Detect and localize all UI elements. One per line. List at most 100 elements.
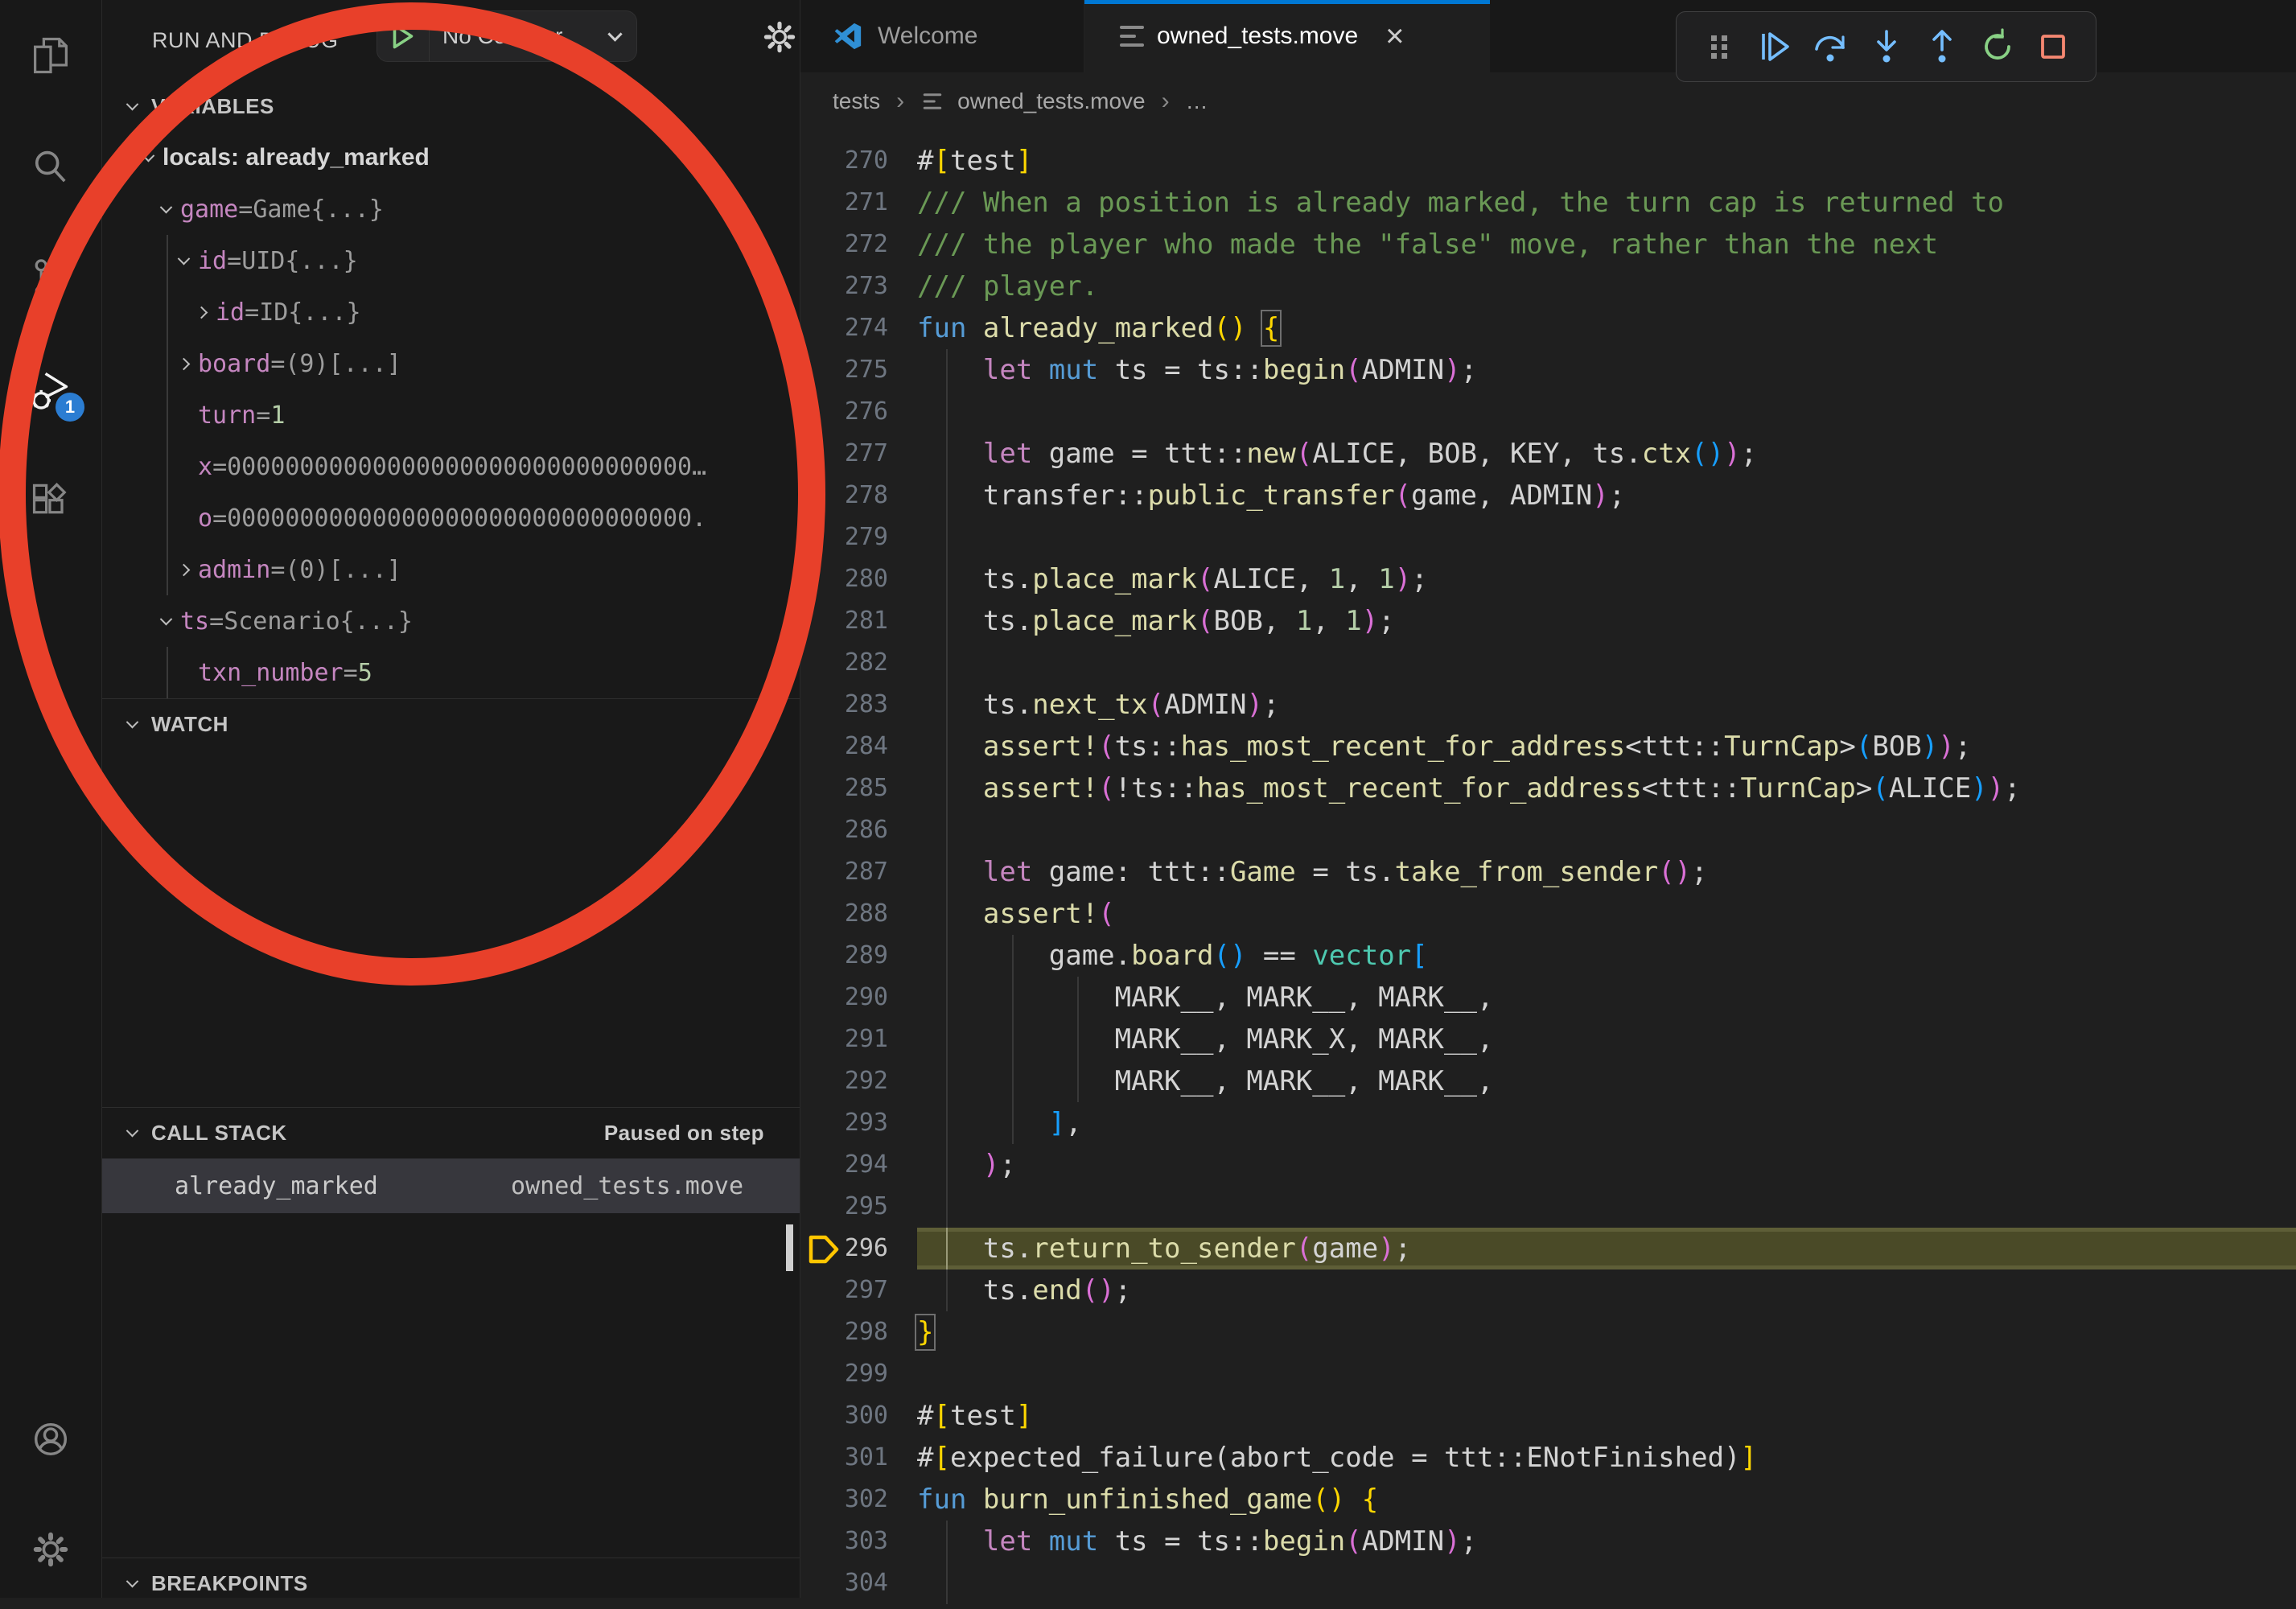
drag-handle-icon[interactable] [1698, 26, 1740, 68]
code-text[interactable]: ts.end(); [917, 1270, 2296, 1311]
search-icon[interactable] [28, 146, 73, 191]
code-text[interactable]: #[test] [917, 1395, 2296, 1437]
code-line[interactable]: 287 let game: ttt::Game = ts.take_from_s… [800, 851, 2296, 893]
code-text[interactable] [917, 1562, 2296, 1604]
chevron-right-icon[interactable] [178, 357, 191, 370]
line-number[interactable]: 298 [800, 1311, 917, 1353]
stop-button[interactable] [2032, 26, 2074, 68]
watch-section-header[interactable]: WATCH [102, 698, 800, 750]
line-number[interactable]: 274 [800, 307, 917, 349]
line-number[interactable]: 287 [800, 851, 917, 893]
code-line[interactable]: 296 ts.return_to_sender(game); [800, 1228, 2296, 1270]
line-number[interactable]: 278 [800, 475, 917, 516]
code-line[interactable]: 282 [800, 642, 2296, 684]
code-line[interactable]: 304 [800, 1562, 2296, 1604]
code-line[interactable]: 301#[expected_failure(abort_code = ttt::… [800, 1437, 2296, 1479]
variable-row[interactable]: txn_number = 5 [102, 647, 800, 698]
variable-row[interactable]: locals: already_marked [102, 132, 800, 183]
code-text[interactable]: game.board() == vector[ [917, 935, 2296, 977]
line-number[interactable]: 288 [800, 893, 917, 935]
code-editor[interactable]: 270#[test]271/// When a position is alre… [800, 140, 2296, 1604]
chevron-down-icon[interactable] [178, 252, 191, 265]
code-line[interactable]: 283 ts.next_tx(ADMIN); [800, 684, 2296, 726]
code-text[interactable] [917, 642, 2296, 684]
continue-button[interactable] [1754, 26, 1796, 68]
line-number[interactable]: 271 [800, 182, 917, 224]
line-number[interactable]: 304 [800, 1562, 917, 1604]
line-number[interactable]: 300 [800, 1395, 917, 1437]
source-control-icon[interactable] [28, 256, 73, 301]
code-text[interactable]: MARK__, MARK__, MARK__, [917, 977, 2296, 1018]
line-number[interactable]: 296 [800, 1228, 917, 1270]
line-number[interactable]: 272 [800, 224, 917, 265]
line-number[interactable]: 270 [800, 140, 917, 182]
launch-config-dropdown[interactable]: No Configur [376, 10, 637, 62]
code-line[interactable]: 302fun burn_unfinished_game() { [800, 1479, 2296, 1521]
code-text[interactable] [917, 809, 2296, 851]
variable-row[interactable]: x = 00000000000000000000000000000000… [102, 441, 800, 492]
code-text[interactable]: #[expected_failure(abort_code = ttt::ENo… [917, 1437, 2296, 1479]
code-line[interactable]: 271/// When a position is already marked… [800, 182, 2296, 224]
start-debug-icon[interactable] [377, 23, 429, 50]
code-line[interactable]: 281 ts.place_mark(BOB, 1, 1); [800, 600, 2296, 642]
code-text[interactable]: /// the player who made the "false" move… [917, 224, 2296, 265]
code-text[interactable]: fun burn_unfinished_game() { [917, 1479, 2296, 1521]
code-line[interactable]: 276 [800, 391, 2296, 433]
line-number[interactable]: 283 [800, 684, 917, 726]
code-line[interactable]: 279 [800, 516, 2296, 558]
code-text[interactable]: ts.place_mark(ALICE, 1, 1); [917, 558, 2296, 600]
breakpoints-section-header[interactable]: BREAKPOINTS [102, 1558, 800, 1609]
variable-row[interactable]: ts = Scenario{...} [102, 595, 800, 647]
code-text[interactable]: transfer::public_transfer(game, ADMIN); [917, 475, 2296, 516]
step-into-button[interactable] [1866, 26, 1907, 68]
variables-section-header[interactable]: VARIABLES [102, 80, 800, 132]
step-over-button[interactable] [1809, 26, 1851, 68]
breadcrumb-item[interactable]: … [1186, 88, 1208, 114]
code-line[interactable]: 295 [800, 1186, 2296, 1228]
code-line[interactable]: 293 ], [800, 1102, 2296, 1144]
line-number[interactable]: 289 [800, 935, 917, 977]
code-text[interactable]: ts.place_mark(BOB, 1, 1); [917, 600, 2296, 642]
line-number[interactable]: 286 [800, 809, 917, 851]
config-dropdown-label[interactable]: No Configur [430, 23, 605, 49]
line-number[interactable]: 280 [800, 558, 917, 600]
code-line[interactable]: 274fun already_marked() { [800, 307, 2296, 349]
code-line[interactable]: 270#[test] [800, 140, 2296, 182]
line-number[interactable]: 284 [800, 726, 917, 767]
line-number[interactable]: 273 [800, 265, 917, 307]
code-text[interactable]: assert!( [917, 893, 2296, 935]
code-line[interactable]: 297 ts.end(); [800, 1270, 2296, 1311]
code-text[interactable]: let mut ts = ts::begin(ADMIN); [917, 349, 2296, 391]
variable-row[interactable]: id = UID{...} [102, 235, 800, 286]
line-number[interactable]: 279 [800, 516, 917, 558]
chevron-right-icon[interactable] [195, 306, 208, 319]
code-text[interactable]: let mut ts = ts::begin(ADMIN); [917, 1521, 2296, 1562]
code-text[interactable]: ], [917, 1102, 2296, 1144]
line-number[interactable]: 292 [800, 1060, 917, 1102]
line-number[interactable]: 276 [800, 391, 917, 433]
code-line[interactable]: 288 assert!( [800, 893, 2296, 935]
code-text[interactable] [917, 516, 2296, 558]
code-line[interactable]: 289 game.board() == vector[ [800, 935, 2296, 977]
variable-row[interactable]: admin = (0)[...] [102, 544, 800, 595]
line-number[interactable]: 282 [800, 642, 917, 684]
variable-row[interactable]: game = Game{...} [102, 183, 800, 235]
chevron-down-icon[interactable] [142, 149, 155, 162]
variable-row[interactable]: id = ID{...} [102, 286, 800, 338]
chevron-right-icon[interactable] [178, 563, 191, 576]
line-number[interactable]: 303 [800, 1521, 917, 1562]
line-number[interactable]: 277 [800, 433, 917, 475]
line-number[interactable]: 290 [800, 977, 917, 1018]
line-number[interactable]: 291 [800, 1018, 917, 1060]
call-stack-section-header[interactable]: CALL STACK Paused on step [102, 1107, 800, 1158]
code-line[interactable]: 299 [800, 1353, 2296, 1395]
code-line[interactable]: 286 [800, 809, 2296, 851]
call-stack-frame-row[interactable]: already_marked owned_tests.move [102, 1158, 800, 1213]
variable-row[interactable]: board = (9)[...] [102, 338, 800, 389]
line-number[interactable]: 299 [800, 1353, 917, 1395]
account-icon[interactable] [28, 1417, 73, 1462]
variable-row[interactable]: turn = 1 [102, 389, 800, 441]
tab-owned-tests[interactable]: owned_tests.move × [1084, 0, 1490, 72]
close-icon[interactable]: × [1385, 20, 1404, 52]
restart-button[interactable] [1977, 26, 2018, 68]
